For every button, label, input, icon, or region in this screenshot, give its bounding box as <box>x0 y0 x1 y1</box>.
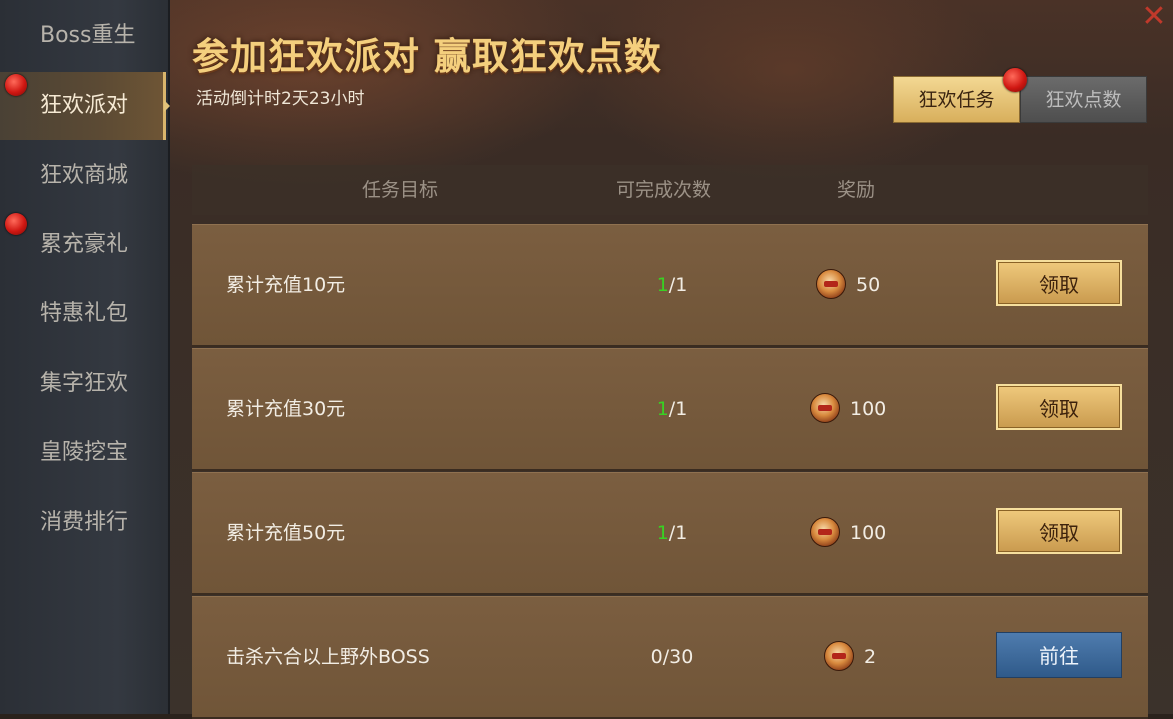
task-count: 0/30 <box>622 597 722 717</box>
task-count-done: 1 <box>656 274 669 296</box>
task-count-done: 1 <box>656 398 669 420</box>
sidebar-item-carnival-shop[interactable]: 狂欢商城 <box>0 142 166 210</box>
goto-button[interactable]: 前往 <box>996 632 1122 678</box>
table-row: 累计充值50元 1/1 100 领取 <box>192 472 1148 595</box>
sidebar-item-label: 消费排行 <box>40 510 129 535</box>
sidebar-item-spending-rank[interactable]: 消费排行 <box>0 489 166 557</box>
sidebar-item-label: 累充豪礼 <box>40 232 129 257</box>
countdown-text: 活动倒计时2天23小时 <box>196 89 365 109</box>
reward-amount: 100 <box>850 522 887 544</box>
page-title: 参加狂欢派对 赢取狂欢点数 <box>192 34 662 78</box>
task-count-total: /1 <box>668 522 688 544</box>
table-header: 任务目标 可完成次数 奖励 <box>192 165 1148 215</box>
task-count-total: /1 <box>668 274 688 296</box>
sidebar-item-special-pack[interactable]: 特惠礼包 <box>0 280 166 348</box>
sidebar-item-label: 集字狂欢 <box>40 371 129 396</box>
task-name: 累计充值30元 <box>226 398 346 420</box>
task-name: 累计充值50元 <box>226 522 346 544</box>
task-count: 1/1 <box>622 473 722 593</box>
sidebar-item-recharge-gift[interactable]: 累充豪礼 <box>0 211 166 279</box>
main-panel: ✕ 参加狂欢派对 赢取狂欢点数 活动倒计时2天23小时 狂欢任务 狂欢点数 任务… <box>170 0 1173 719</box>
tab-bar: 狂欢任务 狂欢点数 <box>893 68 1147 123</box>
sidebar-item-collect-words[interactable]: 集字狂欢 <box>0 350 166 418</box>
carnival-coin-icon <box>810 517 840 547</box>
carnival-coin-icon <box>824 641 854 671</box>
tab-label: 狂欢任务 <box>918 89 995 111</box>
tab-carnival-points[interactable]: 狂欢点数 <box>1020 76 1147 123</box>
task-count-total: /1 <box>668 398 688 420</box>
task-count: 1/1 <box>622 349 722 469</box>
task-count: 1/1 <box>622 225 722 345</box>
sidebar-item-label: 特惠礼包 <box>40 301 129 326</box>
claim-button[interactable]: 领取 <box>996 508 1122 554</box>
column-header-task: 任务目标 <box>362 179 439 201</box>
carnival-coin-icon <box>816 269 846 299</box>
sidebar-item-tomb-dig[interactable]: 皇陵挖宝 <box>0 419 166 487</box>
notification-dot-icon <box>5 74 27 96</box>
column-header-count: 可完成次数 <box>616 179 712 201</box>
reward-amount: 2 <box>864 646 877 668</box>
task-name: 累计充值10元 <box>226 274 346 296</box>
sidebar-item-label: 狂欢商城 <box>40 163 129 188</box>
reward-amount: 100 <box>850 398 887 420</box>
sidebar-item-label: Boss重生 <box>40 23 136 48</box>
reward-amount: 50 <box>856 274 881 296</box>
table-row: 击杀六合以上野外BOSS 0/30 2 前往 <box>192 596 1148 719</box>
tab-carnival-tasks[interactable]: 狂欢任务 <box>893 76 1020 123</box>
notification-dot-icon <box>5 213 27 235</box>
task-count-done: 1 <box>656 522 669 544</box>
close-icon: ✕ <box>1141 0 1167 34</box>
close-button[interactable]: ✕ <box>1139 2 1169 32</box>
sidebar-item-boss-rebirth[interactable]: Boss重生 <box>0 2 166 70</box>
sidebar: Boss重生 狂欢派对 狂欢商城 累充豪礼 特惠礼包 集字狂欢 皇陵挖宝 消费排… <box>0 0 170 714</box>
notification-dot-icon <box>1003 68 1027 92</box>
claim-button[interactable]: 领取 <box>996 260 1122 306</box>
task-count-total: 0/30 <box>650 646 694 668</box>
sidebar-item-label: 皇陵挖宝 <box>40 440 129 465</box>
claim-button[interactable]: 领取 <box>996 384 1122 430</box>
task-name: 击杀六合以上野外BOSS <box>226 646 430 668</box>
tab-label: 狂欢点数 <box>1045 89 1122 111</box>
column-header-reward: 奖励 <box>837 179 876 201</box>
sidebar-item-carnival-party[interactable]: 狂欢派对 <box>0 72 166 140</box>
carnival-coin-icon <box>810 393 840 423</box>
table-row: 累计充值10元 1/1 50 领取 <box>192 224 1148 347</box>
table-row: 累计充值30元 1/1 100 领取 <box>192 348 1148 471</box>
sidebar-item-label: 狂欢派对 <box>40 93 129 118</box>
